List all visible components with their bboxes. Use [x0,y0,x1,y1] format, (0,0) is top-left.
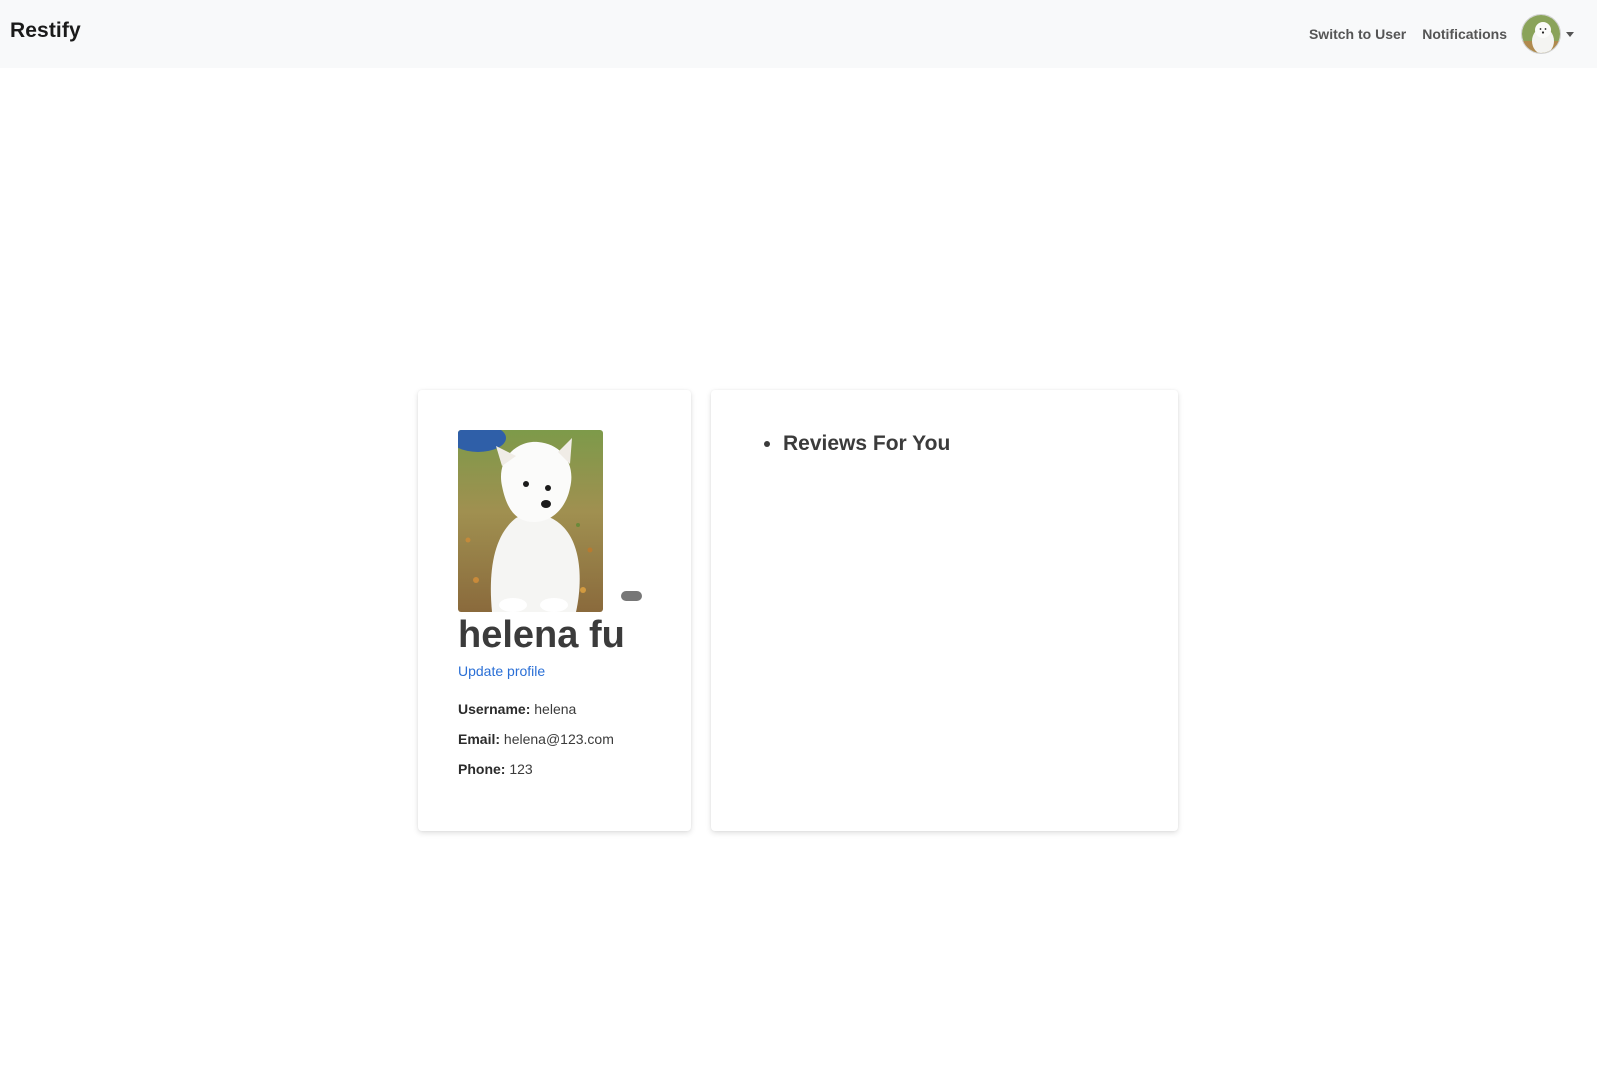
account-menu-toggle[interactable] [1521,14,1574,54]
avatar-dog-picture [1522,15,1560,53]
email-row: Email: helena@123.com [458,731,614,747]
phone-row: Phone: 123 [458,761,533,777]
reviews-heading: Reviews For You [783,432,950,456]
nav-links: Switch to User Notifications [1309,0,1597,68]
reviews-card: Reviews For You [711,390,1178,831]
username-label: Username: [458,701,531,717]
profile-card: helena fu Update profile Username: helen… [418,390,691,831]
profile-photo [458,430,603,612]
username-value: helena [534,701,577,717]
email-value: helena@123.com [503,731,614,747]
photo-toggle-button[interactable] [621,591,642,601]
update-profile-link[interactable]: Update profile [458,663,545,679]
phone-label: Phone: [458,761,506,777]
username-row: Username: helena [458,701,576,717]
puppy-photo-picture [458,430,603,612]
phone-value: 123 [509,761,533,777]
notifications-link[interactable]: Notifications [1422,26,1507,42]
profile-full-name: helena fu [458,614,625,656]
user-avatar-icon [1521,14,1561,54]
top-navbar: Restify Switch to User Notifications [0,0,1597,68]
brand-logo[interactable]: Restify [10,19,81,43]
chevron-down-icon [1566,31,1574,37]
reviews-list: Reviews For You [763,432,950,456]
email-label: Email: [458,731,501,747]
switch-to-user-link[interactable]: Switch to User [1309,26,1406,42]
